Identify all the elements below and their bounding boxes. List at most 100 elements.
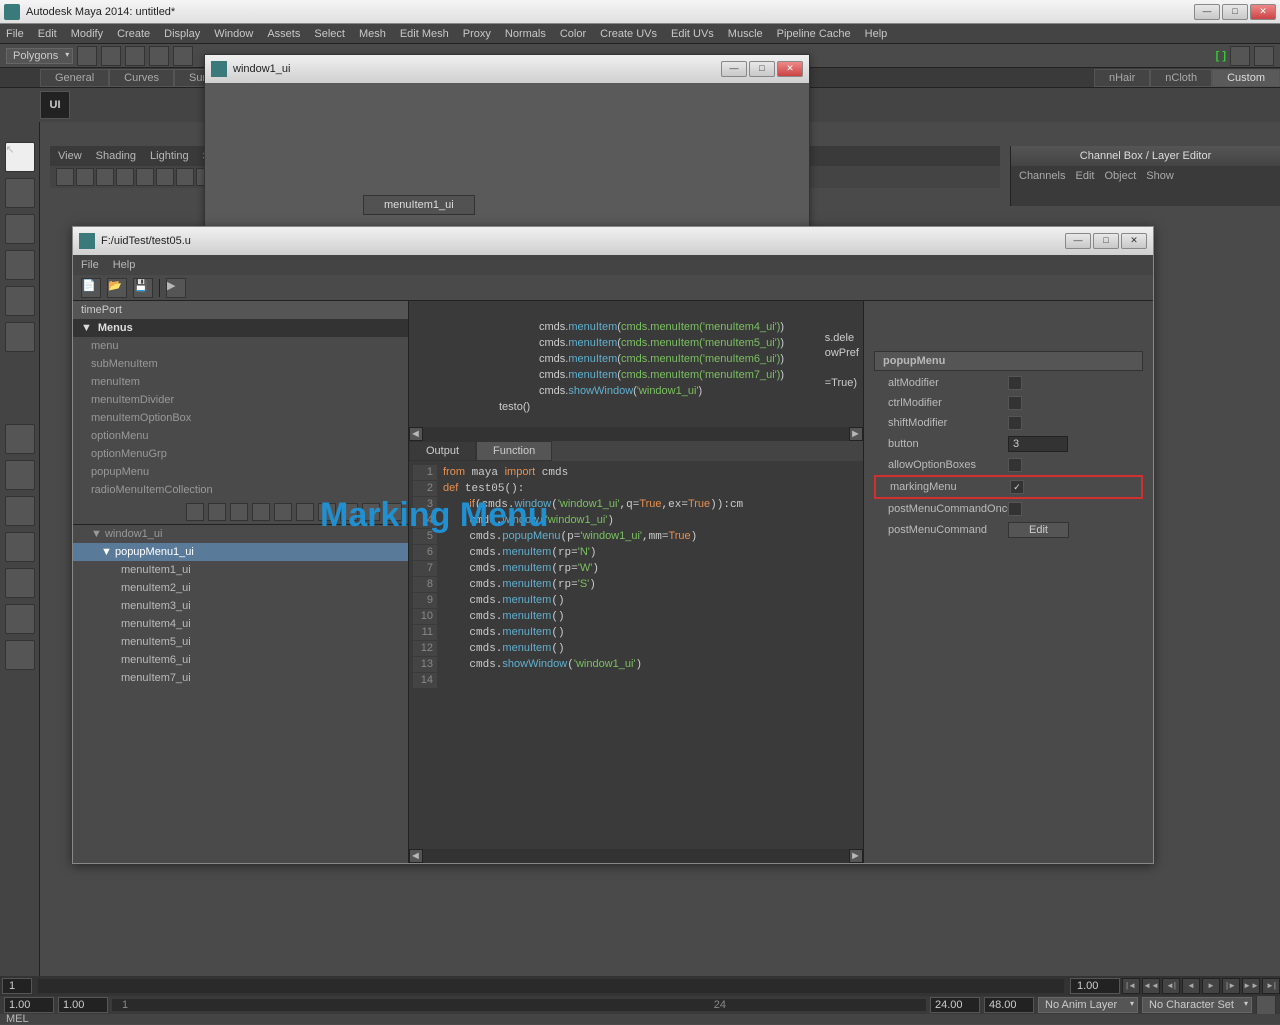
tab-output[interactable]: Output <box>409 441 476 461</box>
tb-icon[interactable] <box>173 46 193 66</box>
bracket-icon[interactable]: [ ] <box>1216 50 1226 62</box>
vt-icon[interactable] <box>96 168 114 186</box>
autokey-button[interactable] <box>1256 995 1276 1015</box>
menu-create[interactable]: Create <box>117 28 150 40</box>
menu-edit[interactable]: Edit <box>38 28 57 40</box>
tb-icon[interactable] <box>125 46 145 66</box>
ui-editor-window[interactable]: F:/uidTest/test05.u — □ ✕ File Help 📄 📂 … <box>72 226 1154 864</box>
move-tool[interactable] <box>5 250 35 280</box>
menu-muscle[interactable]: Muscle <box>728 28 763 40</box>
tree-submenuitem[interactable]: subMenuItem <box>73 355 408 373</box>
rotate-tool[interactable] <box>5 286 35 316</box>
menu-help[interactable]: Help <box>865 28 888 40</box>
range-end[interactable]: 48.00 <box>984 997 1034 1013</box>
menu-modify[interactable]: Modify <box>71 28 103 40</box>
vp-lighting[interactable]: Lighting <box>150 150 189 162</box>
editor-file[interactable]: File <box>81 259 99 271</box>
prop-check[interactable] <box>1008 376 1022 390</box>
anim-layer-combo[interactable]: No Anim Layer <box>1038 997 1138 1013</box>
vt-icon[interactable] <box>156 168 174 186</box>
vp-shading[interactable]: Shading <box>96 150 136 162</box>
command-line[interactable]: MEL <box>0 1014 1280 1024</box>
menu-proxy[interactable]: Proxy <box>463 28 491 40</box>
editor-titlebar[interactable]: F:/uidTest/test05.u — □ ✕ <box>73 227 1153 255</box>
tab-function[interactable]: Function <box>476 441 552 461</box>
ch-object[interactable]: Object <box>1104 170 1136 182</box>
layout-tool[interactable] <box>5 640 35 670</box>
menu-mesh[interactable]: Mesh <box>359 28 386 40</box>
ch-edit[interactable]: Edit <box>1075 170 1094 182</box>
prop-check[interactable] <box>1008 502 1022 516</box>
close-button[interactable]: ✕ <box>1121 233 1147 249</box>
maximize-button[interactable]: □ <box>749 61 775 77</box>
window1-titlebar[interactable]: window1_ui — □ ✕ <box>205 55 809 83</box>
vt-icon[interactable] <box>176 168 194 186</box>
menu-createuvs[interactable]: Create UVs <box>600 28 657 40</box>
ir-icon[interactable] <box>274 503 292 521</box>
menu-color[interactable]: Color <box>560 28 586 40</box>
minimize-button[interactable]: — <box>1065 233 1091 249</box>
tree-optionmenugrp[interactable]: optionMenuGrp <box>73 445 408 463</box>
hier-popupmenu1[interactable]: ▼ popupMenu1_ui <box>73 543 408 561</box>
end-button[interactable]: ►| <box>1262 978 1280 994</box>
stepfwd-button[interactable]: ►► <box>1242 978 1260 994</box>
prop-check[interactable] <box>1008 458 1022 472</box>
ir-icon[interactable] <box>252 503 270 521</box>
prop-edit-button[interactable]: Edit <box>1008 522 1069 538</box>
menu-pipeline[interactable]: Pipeline Cache <box>777 28 851 40</box>
menu-display[interactable]: Display <box>164 28 200 40</box>
tree-menudivider[interactable]: menuItemDivider <box>73 391 408 409</box>
close-button[interactable]: ✕ <box>777 61 803 77</box>
prop-check[interactable] <box>1008 416 1022 430</box>
range-track[interactable]: 1 24 <box>112 999 926 1011</box>
timeport-header[interactable]: timePort <box>73 301 408 319</box>
new-icon[interactable]: 📄 <box>81 278 101 298</box>
maximize-button[interactable]: □ <box>1093 233 1119 249</box>
tree-popupmenu[interactable]: popupMenu <box>73 463 408 481</box>
shelf-tab-custom[interactable]: Custom <box>1212 69 1280 87</box>
tb-icon[interactable] <box>1254 46 1274 66</box>
cur-frame-field[interactable]: 1.00 <box>1070 978 1120 994</box>
stepback-button[interactable]: ◄◄ <box>1142 978 1160 994</box>
menu-select[interactable]: Select <box>314 28 345 40</box>
prop-check[interactable] <box>1008 396 1022 410</box>
ir-icon[interactable] <box>208 503 226 521</box>
vt-icon[interactable] <box>76 168 94 186</box>
minimize-button[interactable]: — <box>721 61 747 77</box>
hier-menuitem7[interactable]: menuItem7_ui <box>73 669 408 687</box>
lasso-tool[interactable] <box>5 178 35 208</box>
save-icon[interactable]: 💾 <box>133 278 153 298</box>
ir-icon[interactable] <box>296 503 314 521</box>
time-slider[interactable]: 1 1.00 |◄ ◄◄ ◄| ◄ ► |► ►► ►| <box>0 976 1280 996</box>
range-pstart[interactable]: 1.00 <box>58 997 108 1013</box>
open-icon[interactable]: 📂 <box>107 278 127 298</box>
nextkey-button[interactable]: |► <box>1222 978 1240 994</box>
layout-tool[interactable] <box>5 532 35 562</box>
shelf-tab-ncloth[interactable]: nCloth <box>1150 69 1212 87</box>
range-start[interactable]: 1.00 <box>4 997 54 1013</box>
paint-tool[interactable] <box>5 214 35 244</box>
menu-file[interactable]: File <box>6 28 24 40</box>
tree-optionmenu[interactable]: optionMenu <box>73 427 408 445</box>
hier-menuitem2[interactable]: menuItem2_ui <box>73 579 408 597</box>
range-slider[interactable]: 1.00 1.00 1 24 24.00 48.00 No Anim Layer… <box>0 996 1280 1014</box>
maximize-button[interactable]: □ <box>1222 4 1248 20</box>
vt-icon[interactable] <box>116 168 134 186</box>
menuitem1[interactable]: menuItem1_ui <box>363 195 475 215</box>
layout-tool[interactable] <box>5 424 35 454</box>
hier-menuitem4[interactable]: menuItem4_ui <box>73 615 408 633</box>
scrollbar[interactable]: ◄► <box>409 849 863 863</box>
hier-menuitem5[interactable]: menuItem5_ui <box>73 633 408 651</box>
rewind-button[interactable]: |◄ <box>1122 978 1140 994</box>
ir-icon[interactable] <box>230 503 248 521</box>
menu-assets[interactable]: Assets <box>267 28 300 40</box>
minimize-button[interactable]: — <box>1194 4 1220 20</box>
vt-icon[interactable] <box>56 168 74 186</box>
menus-header[interactable]: ▼Menus <box>73 319 408 337</box>
play-button[interactable]: ► <box>1202 978 1220 994</box>
ir-icon[interactable] <box>186 503 204 521</box>
scale-tool[interactable] <box>5 322 35 352</box>
menu-edituvs[interactable]: Edit UVs <box>671 28 714 40</box>
current-frame[interactable]: 1 <box>2 978 32 994</box>
hier-menuitem6[interactable]: menuItem6_ui <box>73 651 408 669</box>
